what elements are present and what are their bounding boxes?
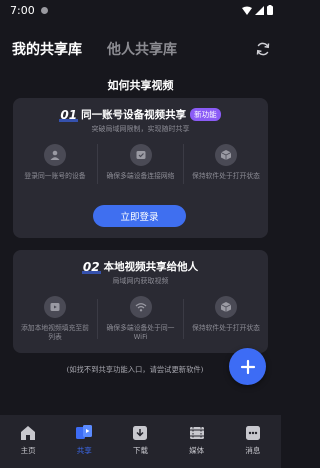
feature-list: 登录同一账号的设备 确保多端设备连接网络 保持软件处于打开状态 — [13, 144, 268, 184]
nav-label: 共享 — [76, 446, 92, 455]
nav-item-download[interactable]: 下载 — [115, 424, 165, 456]
feature-text: 添加本地视频填充至前列表 — [21, 324, 89, 341]
download-icon — [133, 426, 148, 440]
nav-label: 媒体 — [189, 446, 205, 455]
feature-text: 保持软件处于打开状态 — [192, 324, 260, 332]
card-title: 同一账号设备视频共享 — [81, 109, 187, 121]
wifi-check-icon — [129, 144, 152, 166]
wifi-icon — [129, 296, 152, 318]
user-icon — [44, 144, 66, 166]
nav-item-share[interactable]: 共享 — [59, 424, 109, 456]
new-feature-badge: 新功能 — [190, 108, 221, 121]
feature-text: 登录同一账号的设备 — [24, 172, 86, 180]
message-icon — [245, 426, 260, 440]
divider — [97, 144, 99, 184]
feature-list: 添加本地视频填充至前列表 确保多端设备处于同一WiFi 保持软件处于打开状态 — [13, 296, 268, 342]
status-bar: 7:00 — [0, 0, 281, 20]
nav-label: 消息 — [245, 446, 261, 455]
add-button[interactable] — [229, 348, 266, 385]
share-icon — [76, 425, 93, 439]
divider — [182, 299, 184, 339]
card-title: 本地视频共享给他人 — [103, 261, 199, 273]
home-icon — [21, 426, 36, 440]
divider — [97, 299, 99, 339]
wifi-signal-icon — [242, 6, 252, 15]
section-title: 如何共享视频 — [107, 79, 174, 92]
feature-text: 保持软件处于打开状态 — [192, 172, 260, 180]
media-icon — [189, 427, 204, 439]
feature-text: 确保多端设备连接网络 — [106, 172, 175, 180]
tab-my-library[interactable]: 我的共享库 — [12, 39, 82, 59]
step-number: 02 — [81, 259, 101, 274]
login-button[interactable]: 立即登录 — [93, 205, 186, 227]
feature-item: 保持软件处于打开状态 — [192, 144, 260, 184]
refresh-icon[interactable] — [255, 41, 271, 57]
nav-label: 下载 — [132, 446, 148, 455]
divider — [182, 144, 184, 184]
notification-dot-icon — [40, 6, 48, 14]
bottom-nav: 主页 共享 下载 媒体 消息 — [0, 415, 281, 468]
nav-item-home[interactable]: 主页 — [3, 424, 53, 456]
card-subtitle: 突破局域网限制，实现随时共享 — [91, 125, 190, 133]
box-icon — [215, 296, 237, 318]
card-subtitle: 局域网内获取视频 — [112, 277, 169, 285]
cell-signal-icon — [255, 5, 264, 15]
card-local-share: 02 本地视频共享给他人 局域网内获取视频 添加本地视频填充至前列表 确保多端设… — [13, 250, 268, 353]
feature-item: 确保多端设备连接网络 — [107, 144, 175, 184]
box-icon — [215, 144, 237, 166]
header: 我的共享库 他人共享库 — [12, 38, 271, 60]
plus-icon — [240, 359, 255, 374]
feature-item: 登录同一账号的设备 — [21, 144, 89, 184]
add-video-icon — [44, 296, 66, 318]
step-number: 01 — [59, 107, 78, 122]
card-same-account: 01 同一账号设备视频共享 新功能 突破局域网限制，实现随时共享 登录同一账号的… — [13, 98, 268, 238]
status-time: 7:00 — [10, 3, 35, 17]
feature-item: 保持软件处于打开状态 — [192, 296, 260, 342]
feature-item: 确保多端设备处于同一WiFi — [107, 296, 175, 342]
nav-item-message[interactable]: 消息 — [228, 424, 278, 456]
battery-icon — [267, 5, 273, 15]
nav-item-media[interactable]: 媒体 — [172, 424, 222, 456]
feature-text: 确保多端设备处于同一WiFi — [106, 324, 175, 341]
feature-item: 添加本地视频填充至前列表 — [21, 296, 89, 342]
nav-label: 主页 — [20, 446, 36, 455]
tab-others-library[interactable]: 他人共享库 — [107, 39, 177, 59]
